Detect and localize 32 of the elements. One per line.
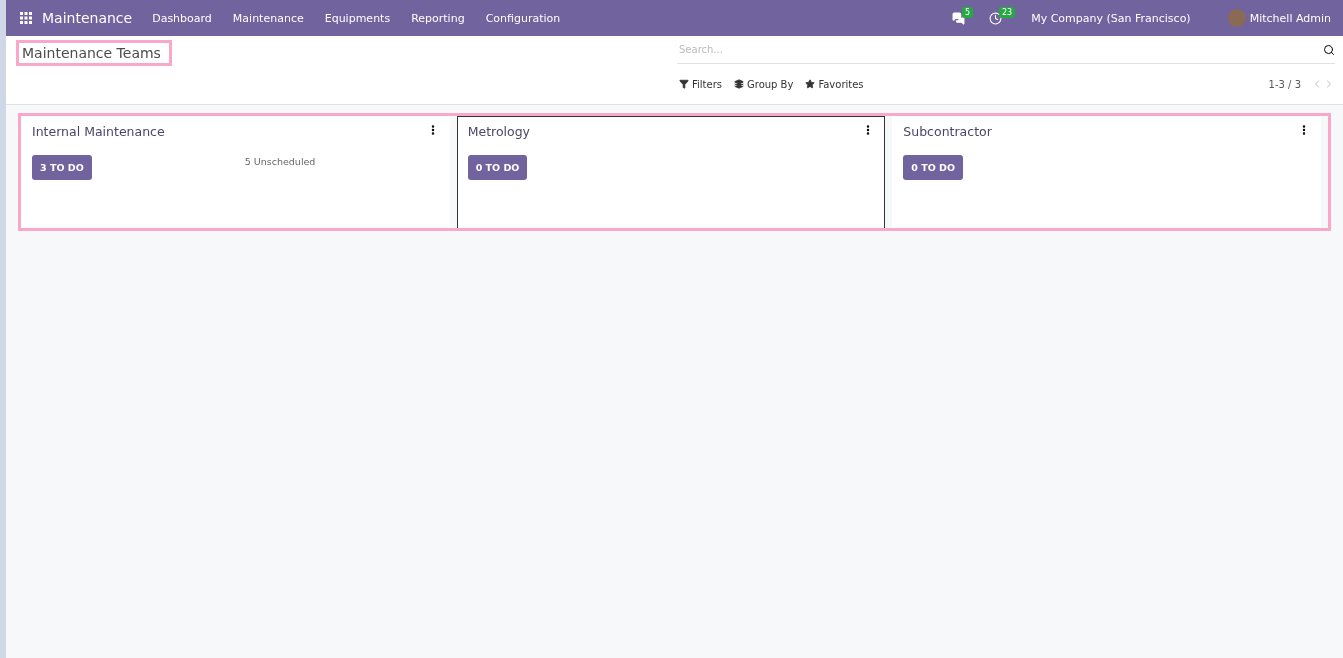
team-name[interactable]: Internal Maintenance — [32, 124, 165, 139]
funnel-icon — [679, 79, 689, 89]
menu-item[interactable]: Dashboard — [152, 11, 212, 25]
team-name[interactable]: Metrology — [467, 124, 530, 139]
todo-button[interactable]: 0 TO DO — [467, 155, 528, 180]
filter-menu-button[interactable]: Group By — [732, 76, 796, 92]
app-name[interactable]: Maintenance — [42, 10, 133, 26]
page-title: Maintenance Teams — [22, 45, 161, 61]
layers-icon — [734, 79, 744, 89]
clock-icon[interactable] — [989, 11, 1002, 25]
team-card[interactable]: Metrology 0 TO DO — [456, 116, 886, 228]
app-grid-icon[interactable] — [20, 12, 32, 24]
count-badge: 5 — [961, 6, 973, 18]
team-name[interactable]: Subcontractor — [903, 124, 992, 139]
filter-menu-button[interactable]: Filters — [677, 76, 724, 92]
team-card[interactable]: Internal Maintenance 3 TO DO 5 Unscheduled — [21, 116, 450, 228]
menu-item[interactable]: Equipments — [324, 11, 391, 25]
company-name[interactable]: My Company (San Francisco) — [1031, 11, 1191, 25]
team-card[interactable]: Subcontractor 0 TO DO — [892, 116, 1321, 228]
chat-icon[interactable] — [951, 11, 965, 25]
unscheduled-link[interactable]: 5 Unscheduled — [244, 156, 316, 180]
menu-item[interactable]: Maintenance — [232, 11, 304, 25]
count-badge: 23 — [999, 6, 1016, 18]
menu-item[interactable]: Configuration — [485, 11, 561, 25]
menu-item[interactable]: Reporting — [411, 11, 465, 25]
pager-text: 1-3 / 3 — [1268, 78, 1301, 90]
search-icon[interactable] — [1323, 43, 1335, 56]
star-icon — [805, 79, 816, 89]
user-name[interactable]: Mitchell Admin — [1249, 11, 1331, 25]
todo-button[interactable]: 0 TO DO — [903, 155, 964, 180]
filter-menu-button[interactable]: Favorites — [803, 76, 866, 92]
todo-button[interactable]: 3 TO DO — [32, 155, 92, 180]
